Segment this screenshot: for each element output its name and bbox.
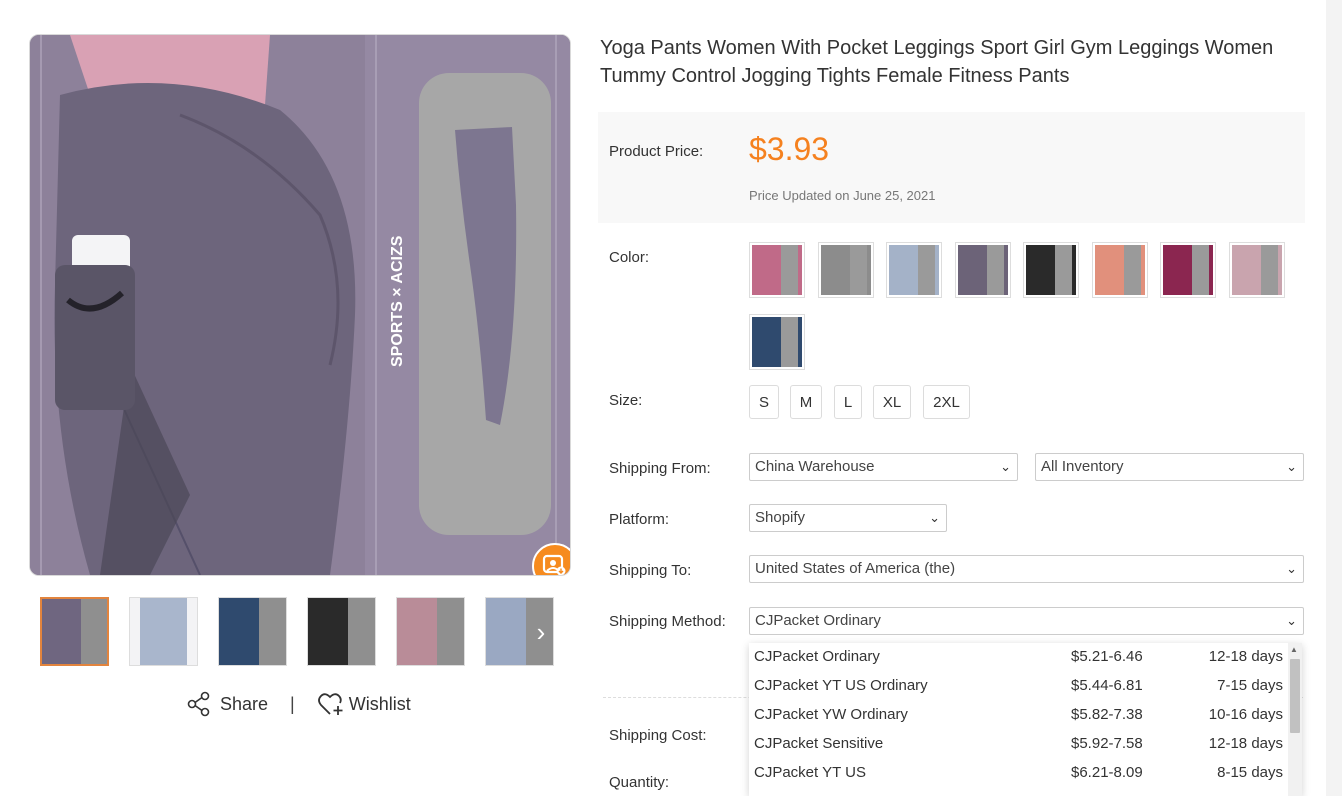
size-option-2xl[interactable]: 2XL xyxy=(923,385,970,419)
warehouse-value: China Warehouse xyxy=(755,458,875,475)
shipping-option[interactable]: CJPacket Sensitive $5.92-7.58 12-18 days xyxy=(749,730,1286,759)
shipping-option-price: $6.21-8.09 xyxy=(1071,764,1143,781)
thumbnail-4[interactable] xyxy=(307,597,376,666)
size-option-xl[interactable]: XL xyxy=(873,385,911,419)
color-swatch[interactable] xyxy=(1228,242,1285,298)
heart-plus-icon xyxy=(317,693,343,715)
shipping-method-value: CJPacket Ordinary xyxy=(755,612,881,629)
color-swatch[interactable] xyxy=(886,242,942,298)
platform-label: Platform: xyxy=(609,511,670,528)
shipping-method-select[interactable]: CJPacket Ordinary ⌄ xyxy=(749,607,1304,635)
thumbnail-5[interactable] xyxy=(396,597,465,666)
action-separator: | xyxy=(290,693,295,714)
shipping-method-label: Shipping Method: xyxy=(609,613,726,630)
shipping-option-name: CJPacket YT US xyxy=(754,764,866,781)
shipping-option-price: $5.92-7.58 xyxy=(1071,735,1143,752)
share-wishlist-row: Share | Wishlist xyxy=(186,688,411,720)
shipping-option[interactable]: CJPacket YW Ordinary $5.82-7.38 10-16 da… xyxy=(749,701,1286,730)
price-box xyxy=(598,112,1305,223)
quantity-label: Quantity: xyxy=(609,774,670,791)
chevron-down-icon: ⌄ xyxy=(1286,613,1297,628)
shipping-to-value: United States of America (the) xyxy=(755,560,956,577)
size-option-l[interactable]: L xyxy=(834,385,862,419)
shipping-to-label: Shipping To: xyxy=(609,562,692,579)
color-swatch[interactable] xyxy=(1160,242,1216,298)
shipping-option[interactable]: CJPacket Ordinary $5.21-6.46 12-18 days xyxy=(749,643,1286,672)
wishlist-label: Wishlist xyxy=(348,693,411,714)
wishlist-button[interactable]: Wishlist xyxy=(317,691,411,717)
thumbnail-3[interactable] xyxy=(218,597,287,666)
color-swatch[interactable] xyxy=(749,242,805,298)
chevron-down-icon: ⌄ xyxy=(1286,459,1297,474)
shipping-method-dropdown: CJPacket Ordinary $5.21-6.46 12-18 days … xyxy=(749,643,1302,796)
thumbnail-next-arrow[interactable]: › xyxy=(526,618,556,648)
shipping-option-days: 12-18 days xyxy=(1208,735,1283,752)
size-option-s[interactable]: S xyxy=(749,385,779,419)
thumbnail-strip xyxy=(40,597,555,668)
color-swatch[interactable] xyxy=(1091,242,1148,298)
product-price: $3.93 xyxy=(749,131,830,167)
price-label: Product Price: xyxy=(609,143,704,160)
warehouse-select[interactable]: China Warehouse ⌄ xyxy=(749,453,1018,481)
image-search-icon xyxy=(542,554,566,575)
shipping-option-days: 8-15 days xyxy=(1217,764,1283,781)
size-option-m[interactable]: M xyxy=(790,385,822,419)
product-page: SPORTS × ACIZS › Share | Wishlist Yoga P… xyxy=(0,0,1326,796)
color-swatch[interactable] xyxy=(1023,242,1079,298)
shipping-option-days: 7-15 days xyxy=(1217,677,1283,694)
chevron-down-icon: ⌄ xyxy=(1286,561,1297,576)
platform-value: Shopify xyxy=(755,509,806,526)
shipping-option-price: $5.82-7.38 xyxy=(1071,706,1143,723)
main-product-image[interactable]: SPORTS × ACIZS xyxy=(29,34,571,576)
color-swatch[interactable] xyxy=(817,242,874,298)
shipping-option-name: CJPacket YT US Ordinary xyxy=(754,677,928,694)
size-label: Size: xyxy=(609,392,643,409)
shipping-option-name: CJPacket Ordinary xyxy=(754,648,880,665)
share-icon xyxy=(187,691,210,717)
shipping-cost-label: Shipping Cost: xyxy=(609,727,707,744)
color-swatch[interactable] xyxy=(749,314,805,370)
share-label: Share xyxy=(220,693,269,714)
inventory-select[interactable]: All Inventory ⌄ xyxy=(1035,453,1304,481)
thumbnail-2[interactable] xyxy=(129,597,198,666)
thumbnail-1[interactable] xyxy=(40,597,109,666)
shipping-option-days: 12-18 days xyxy=(1208,648,1283,665)
image-brand-text: SPORTS × ACIZS xyxy=(389,235,406,367)
color-label: Color: xyxy=(609,249,650,266)
shipping-option-name: CJPacket Sensitive xyxy=(754,735,884,752)
shipping-option-name: CJPacket YW Ordinary xyxy=(754,706,908,723)
platform-select[interactable]: Shopify ⌄ xyxy=(749,504,947,532)
leggings-photo: SPORTS × ACIZS xyxy=(30,35,570,575)
shipping-to-select[interactable]: United States of America (the) ⌄ xyxy=(749,555,1304,583)
shipping-option-price: $5.44-6.81 xyxy=(1071,677,1143,694)
shipping-option[interactable]: CJPacket YT US $6.21-8.09 8-15 days xyxy=(749,759,1286,788)
shipping-option-days: 10-16 days xyxy=(1208,706,1283,723)
price-updated-date: Price Updated on June 25, 2021 xyxy=(749,188,936,203)
shipping-option-price: $5.21-6.46 xyxy=(1071,648,1143,665)
product-title: Yoga Pants Women With Pocket Leggings Sp… xyxy=(600,37,1274,87)
shipping-option[interactable]: CJPacket YT US Ordinary $5.44-6.81 7-15 … xyxy=(749,672,1286,701)
chevron-down-icon: ⌄ xyxy=(1000,459,1011,474)
share-button[interactable]: Share xyxy=(186,691,268,717)
inventory-value: All Inventory xyxy=(1041,458,1124,475)
scrollbar-thumb[interactable] xyxy=(1290,659,1300,733)
shipping-from-label: Shipping From: xyxy=(609,460,711,477)
scroll-up-arrow-icon[interactable]: ▲ xyxy=(1290,645,1298,654)
chevron-down-icon: ⌄ xyxy=(929,510,940,525)
dropdown-scrollbar[interactable]: ▲ xyxy=(1288,643,1302,796)
color-swatch[interactable] xyxy=(954,242,1011,298)
